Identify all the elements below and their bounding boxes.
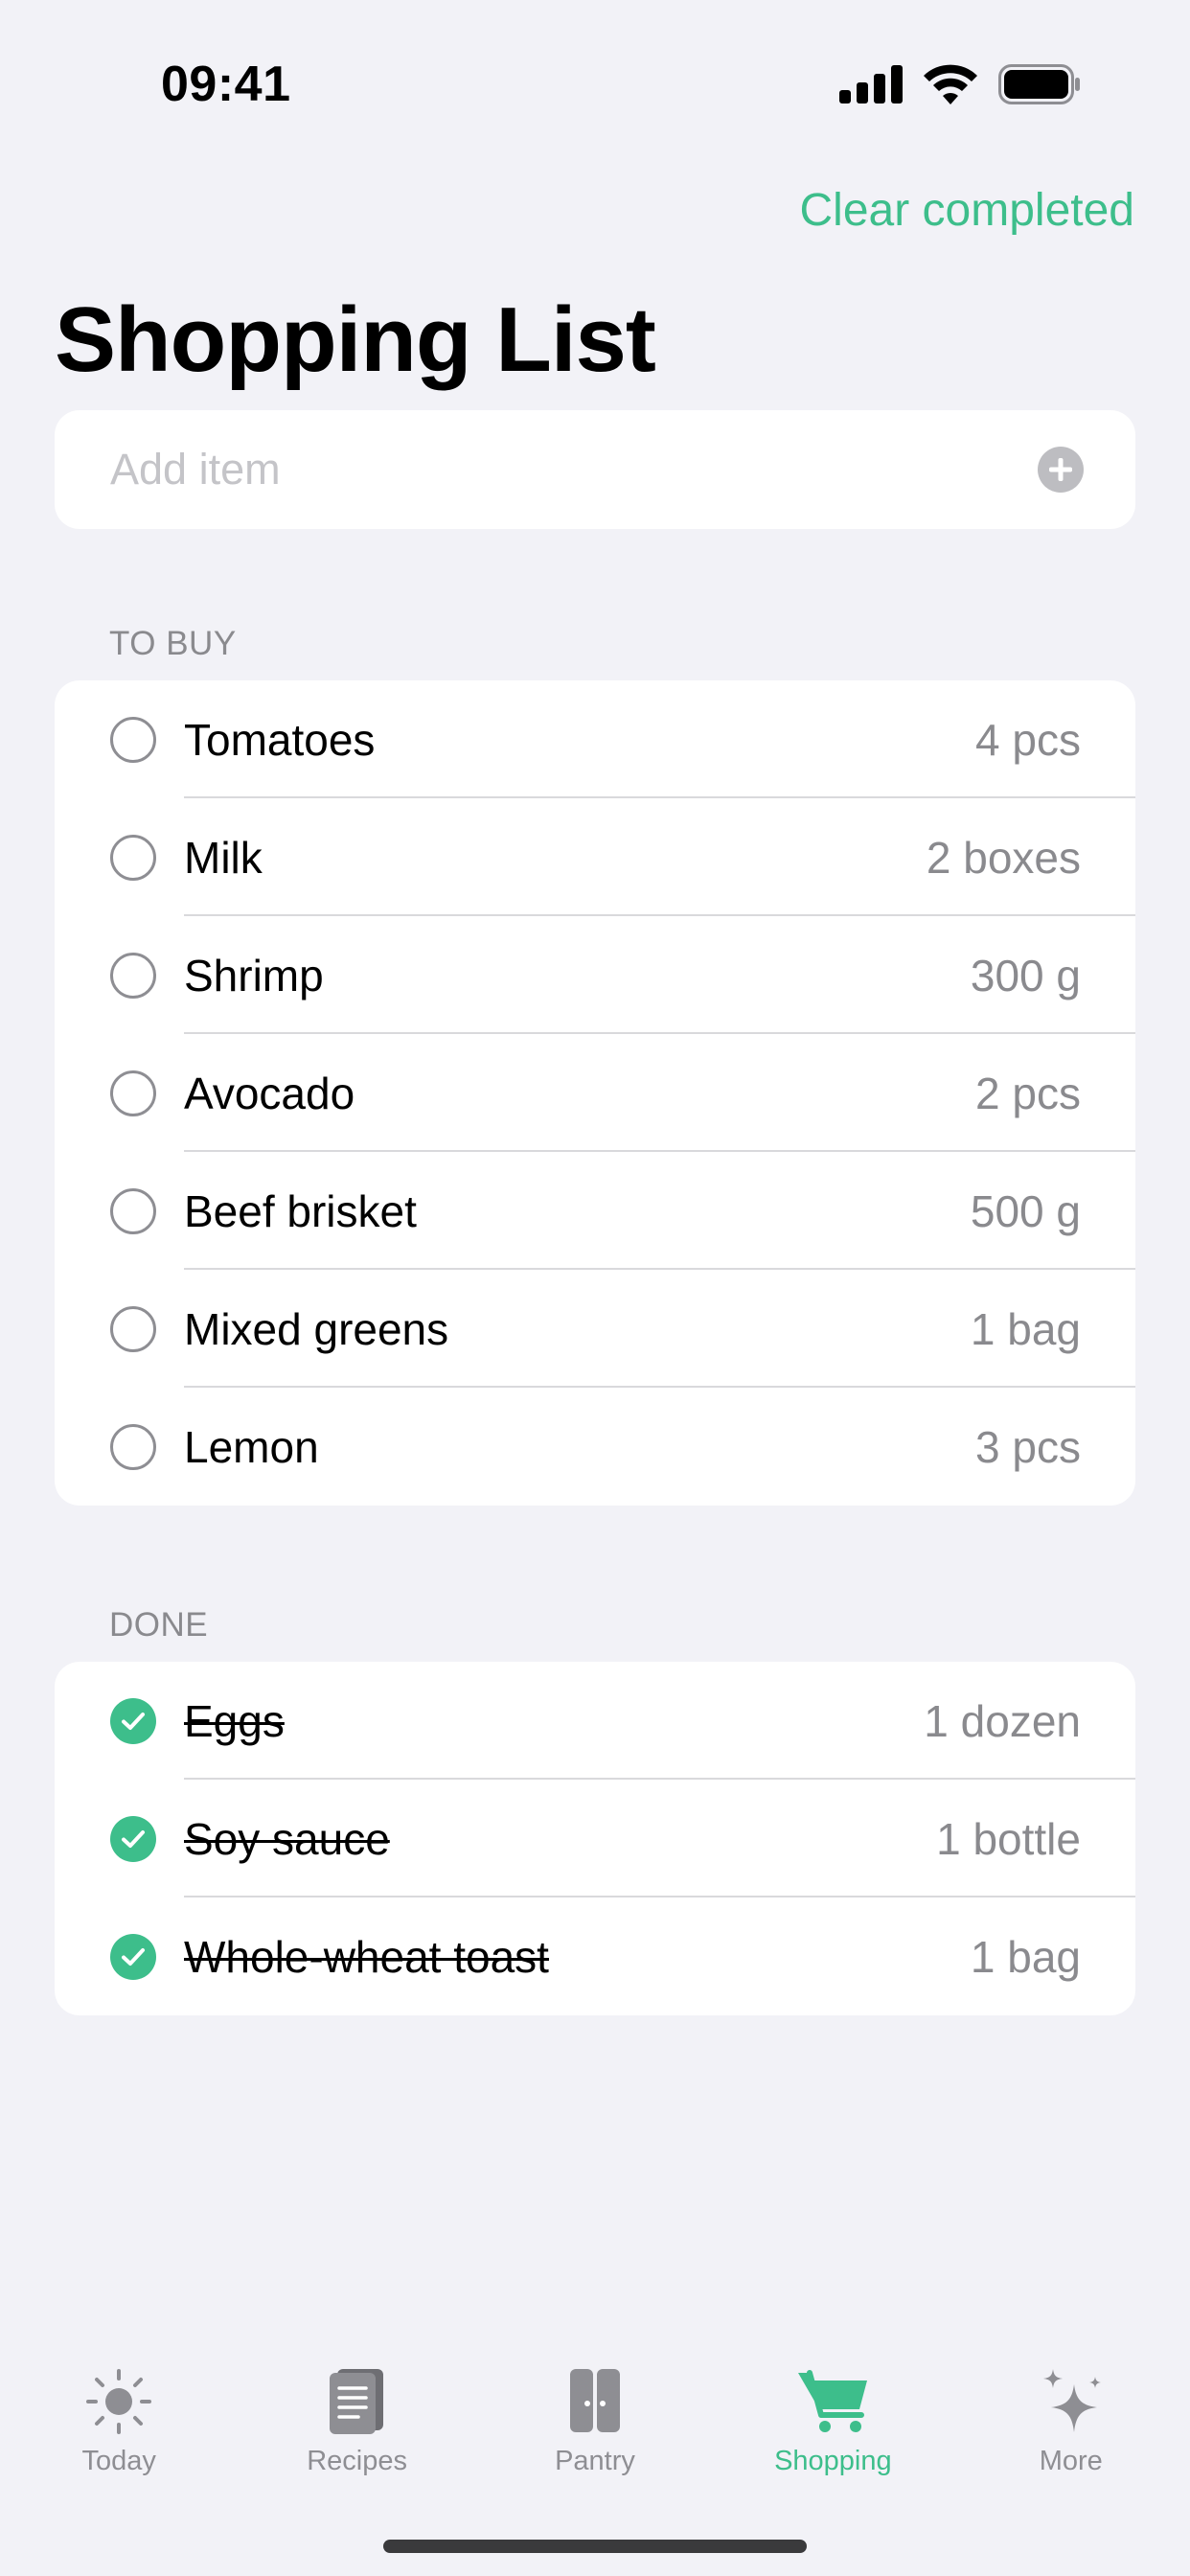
tab-shopping[interactable]: Shopping bbox=[714, 2336, 951, 2490]
sparkles-icon bbox=[1042, 2369, 1101, 2432]
tab-recipes[interactable]: Recipes bbox=[238, 2336, 475, 2490]
list-item[interactable]: Shrimp 300 g bbox=[55, 916, 1135, 1034]
item-quantity: 1 bottle bbox=[936, 1813, 1081, 1864]
tab-bar: Today Recipes Pantry Shopping More bbox=[0, 2336, 1190, 2490]
item-name: Lemon bbox=[184, 1421, 319, 1472]
tab-label: Pantry bbox=[555, 2446, 635, 2476]
battery-icon bbox=[998, 64, 1080, 104]
status-time: 09:41 bbox=[161, 57, 291, 112]
unchecked-circle-icon[interactable] bbox=[110, 1423, 156, 1470]
wifi-icon bbox=[924, 64, 977, 104]
status-icons bbox=[839, 63, 1081, 105]
shopping-cart-icon bbox=[798, 2370, 868, 2432]
add-item-placeholder[interactable]: Add item bbox=[110, 445, 1034, 494]
item-quantity: 300 g bbox=[970, 950, 1081, 1000]
item-name: Shrimp bbox=[184, 950, 324, 1000]
to-buy-list: Tomatoes 4 pcs Milk 2 boxes Shrimp 300 g… bbox=[55, 680, 1135, 1506]
clear-completed-button[interactable]: Clear completed bbox=[800, 184, 1135, 237]
unchecked-circle-icon[interactable] bbox=[110, 952, 156, 999]
checkmark-circle-icon[interactable] bbox=[110, 1933, 156, 1980]
item-name: Whole-wheat toast bbox=[184, 1931, 549, 1982]
done-list: Eggs 1 dozen Soy sauce 1 bottle Whole-wh… bbox=[55, 1662, 1135, 2015]
unchecked-circle-icon[interactable] bbox=[110, 1070, 156, 1116]
pantry-cabinet-icon bbox=[569, 2369, 620, 2432]
sun-icon bbox=[86, 2369, 152, 2434]
item-name: Eggs bbox=[184, 1695, 285, 1746]
tab-label: Today bbox=[81, 2446, 156, 2476]
item-quantity: 500 g bbox=[970, 1185, 1081, 1236]
item-name: Beef brisket bbox=[184, 1185, 417, 1236]
add-item-field[interactable]: Add item bbox=[55, 410, 1135, 529]
item-quantity: 2 pcs bbox=[975, 1068, 1081, 1118]
list-item[interactable]: Avocado 2 pcs bbox=[55, 1034, 1135, 1152]
unchecked-circle-icon[interactable] bbox=[110, 716, 156, 763]
list-item[interactable]: Eggs 1 dozen bbox=[55, 1662, 1135, 1780]
cellular-signal-icon bbox=[839, 65, 903, 104]
add-circle-icon[interactable] bbox=[1038, 447, 1084, 493]
list-item[interactable]: Milk 2 boxes bbox=[55, 798, 1135, 916]
item-quantity: 1 dozen bbox=[924, 1695, 1081, 1746]
list-item[interactable]: Mixed greens 1 bag bbox=[55, 1270, 1135, 1388]
section-header-done: DONE bbox=[109, 1606, 209, 1644]
item-quantity: 1 bag bbox=[970, 1303, 1081, 1354]
list-item[interactable]: Soy sauce 1 bottle bbox=[55, 1780, 1135, 1898]
home-indicator[interactable] bbox=[383, 2540, 807, 2553]
list-item[interactable]: Whole-wheat toast 1 bag bbox=[55, 1898, 1135, 2015]
item-name: Avocado bbox=[184, 1068, 355, 1118]
unchecked-circle-icon[interactable] bbox=[110, 1187, 156, 1234]
unchecked-circle-icon[interactable] bbox=[110, 834, 156, 881]
checkmark-circle-icon[interactable] bbox=[110, 1815, 156, 1862]
item-quantity: 2 boxes bbox=[926, 832, 1081, 883]
item-name: Milk bbox=[184, 832, 263, 883]
item-quantity: 4 pcs bbox=[975, 714, 1081, 765]
page-title: Shopping List bbox=[55, 288, 656, 391]
item-name: Tomatoes bbox=[184, 714, 376, 765]
tab-pantry[interactable]: Pantry bbox=[476, 2336, 714, 2490]
item-name: Mixed greens bbox=[184, 1303, 449, 1354]
tab-label: More bbox=[1039, 2446, 1103, 2476]
checkmark-circle-icon[interactable] bbox=[110, 1697, 156, 1744]
item-name: Soy sauce bbox=[184, 1813, 390, 1864]
list-item[interactable]: Beef brisket 500 g bbox=[55, 1152, 1135, 1270]
tab-today[interactable]: Today bbox=[0, 2336, 238, 2490]
section-header-to-buy: TO BUY bbox=[109, 625, 237, 662]
tab-label: Recipes bbox=[307, 2446, 407, 2476]
tab-more[interactable]: More bbox=[952, 2336, 1190, 2490]
unchecked-circle-icon[interactable] bbox=[110, 1305, 156, 1352]
list-item[interactable]: Tomatoes 4 pcs bbox=[55, 680, 1135, 798]
tab-label: Shopping bbox=[774, 2446, 892, 2476]
list-item[interactable]: Lemon 3 pcs bbox=[55, 1388, 1135, 1506]
item-quantity: 3 pcs bbox=[975, 1421, 1081, 1472]
recipe-book-icon bbox=[329, 2369, 383, 2434]
item-quantity: 1 bag bbox=[970, 1931, 1081, 1982]
